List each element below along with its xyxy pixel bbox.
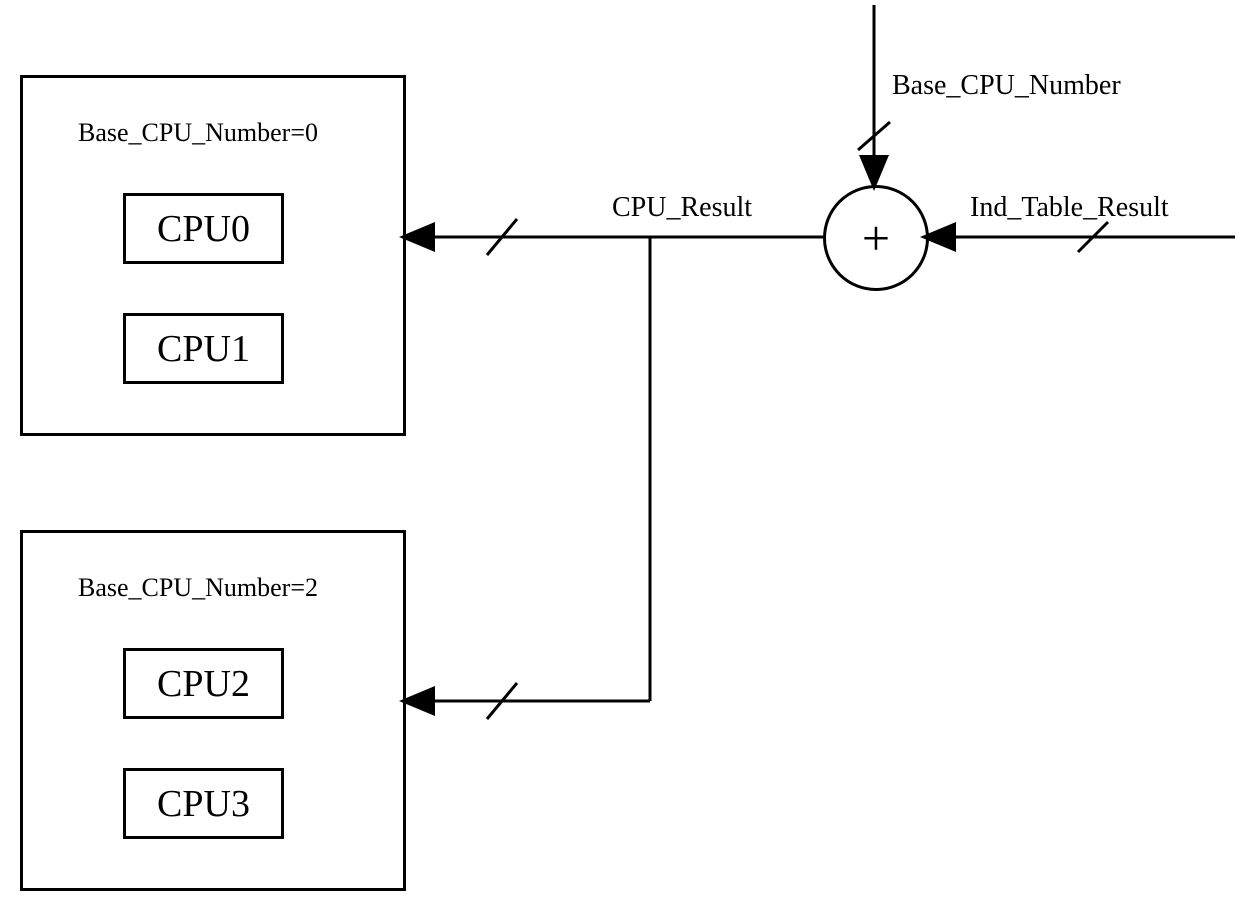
label-base-cpu-number: Base_CPU_Number: [892, 70, 1121, 102]
cpu-box-3: CPU3: [123, 768, 284, 839]
label-ind-table-result: Ind_Table_Result: [970, 192, 1169, 224]
cpu-box-0: CPU0: [123, 193, 284, 264]
cpu-group-1-label: Base_CPU_Number=2: [78, 573, 318, 603]
diagram-container: Base_CPU_Number=0 CPU0 CPU1 Base_CPU_Num…: [0, 0, 1240, 911]
adder-node: +: [823, 185, 929, 291]
cpu-box-2: CPU2: [123, 648, 284, 719]
cpu-group-0: Base_CPU_Number=0 CPU0 CPU1: [20, 75, 406, 436]
cpu-group-1: Base_CPU_Number=2 CPU2 CPU3: [20, 530, 406, 891]
label-cpu-result: CPU_Result: [612, 192, 752, 224]
cpu-group-0-label: Base_CPU_Number=0: [78, 118, 318, 148]
cpu-box-1: CPU1: [123, 313, 284, 384]
